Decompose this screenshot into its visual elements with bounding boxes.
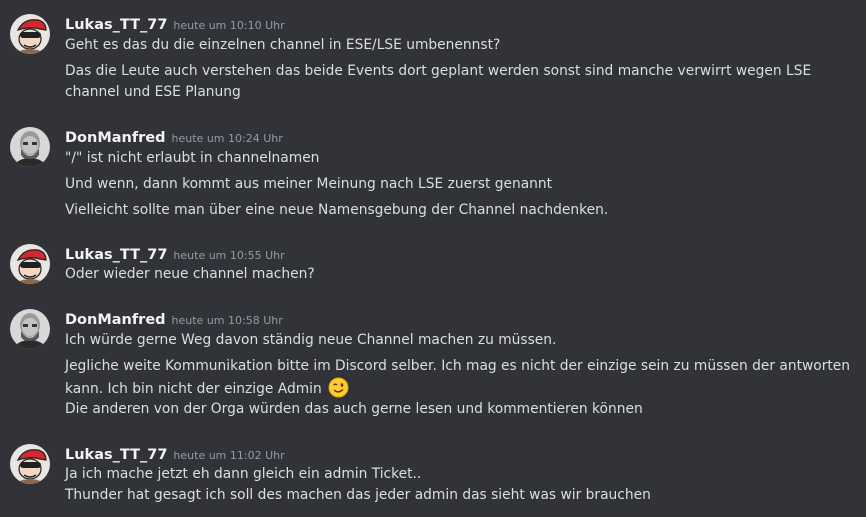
message-text: Vielleicht sollte man über eine neue Nam… <box>65 202 609 218</box>
message-group: DonManfred heute um 10:58 Uhr Ich würde g… <box>0 309 866 424</box>
red-cap-mascot-avatar-icon <box>10 14 50 54</box>
user-avatar-donmanfred[interactable] <box>10 127 50 167</box>
message-text: channel und ESE Planung <box>65 84 241 100</box>
author-name[interactable]: DonManfred <box>65 130 166 146</box>
message-text: Jegliche weite Kommunikation bitte im Di… <box>65 358 851 374</box>
user-avatar-lukas[interactable] <box>10 244 50 284</box>
author-name[interactable]: DonManfred <box>65 312 166 328</box>
message-timestamp[interactable]: heute um 10:55 Uhr <box>173 249 284 262</box>
message-text: Geht es das du die einzelnen channel in … <box>65 37 501 53</box>
message-text: kann. Ich bin nicht der einzige Admin <box>65 381 322 397</box>
message-header: DonManfred heute um 10:24 Uhr <box>65 127 283 147</box>
message-header: Lukas_TT_77 heute um 10:10 Uhr <box>65 14 285 34</box>
message-header: Lukas_TT_77 heute um 10:55 Uhr <box>65 244 285 264</box>
red-cap-mascot-avatar-icon <box>10 444 50 484</box>
message-timestamp[interactable]: heute um 10:58 Uhr <box>172 314 283 327</box>
grayscale-bearded-man-avatar-icon <box>10 127 50 167</box>
winking-face-emoji-icon[interactable] <box>328 377 349 398</box>
grayscale-bearded-man-avatar-icon <box>10 309 50 349</box>
message-timestamp[interactable]: heute um 10:24 Uhr <box>172 132 283 145</box>
author-name[interactable]: Lukas_TT_77 <box>65 17 167 33</box>
message-text: Oder wieder neue channel machen? <box>65 266 315 282</box>
message-text: Ich würde gerne Weg davon ständig neue C… <box>65 332 557 348</box>
chat-message-list: Lukas_TT_77 heute um 10:10 Uhr Geht es da… <box>0 0 866 517</box>
message-timestamp[interactable]: heute um 11:02 Uhr <box>173 449 284 462</box>
author-name[interactable]: Lukas_TT_77 <box>65 247 167 263</box>
user-avatar-donmanfred[interactable] <box>10 309 50 349</box>
author-name[interactable]: Lukas_TT_77 <box>65 447 167 463</box>
message-text: Die anderen von der Orga würden das auch… <box>65 401 643 417</box>
message-text: "/" ist nicht erlaubt in channelnamen <box>65 150 320 166</box>
message-group: Lukas_TT_77 heute um 10:10 Uhr Geht es da… <box>0 14 866 104</box>
red-cap-mascot-avatar-icon <box>10 244 50 284</box>
user-avatar-lukas[interactable] <box>10 444 50 484</box>
message-text-with-emoji: kann. Ich bin nicht der einzige Admin <box>65 377 826 400</box>
message-text: Thunder hat gesagt ich soll des machen d… <box>65 487 651 503</box>
message-group: Lukas_TT_77 heute um 11:02 Uhr Ja ich mac… <box>0 444 866 509</box>
message-text: Das die Leute auch verstehen das beide E… <box>65 63 812 79</box>
message-header: Lukas_TT_77 heute um 11:02 Uhr <box>65 444 285 464</box>
message-text: Und wenn, dann kommt aus meiner Meinung … <box>65 176 553 192</box>
message-group: Lukas_TT_77 heute um 10:55 Uhr Oder wiede… <box>0 244 866 289</box>
message-text: Ja ich mache jetzt eh dann gleich ein ad… <box>65 466 422 482</box>
message-timestamp[interactable]: heute um 10:10 Uhr <box>173 19 284 32</box>
user-avatar-lukas[interactable] <box>10 14 50 54</box>
message-header: DonManfred heute um 10:58 Uhr <box>65 309 283 329</box>
message-group: DonManfred heute um 10:24 Uhr "/" ist nic… <box>0 127 866 222</box>
